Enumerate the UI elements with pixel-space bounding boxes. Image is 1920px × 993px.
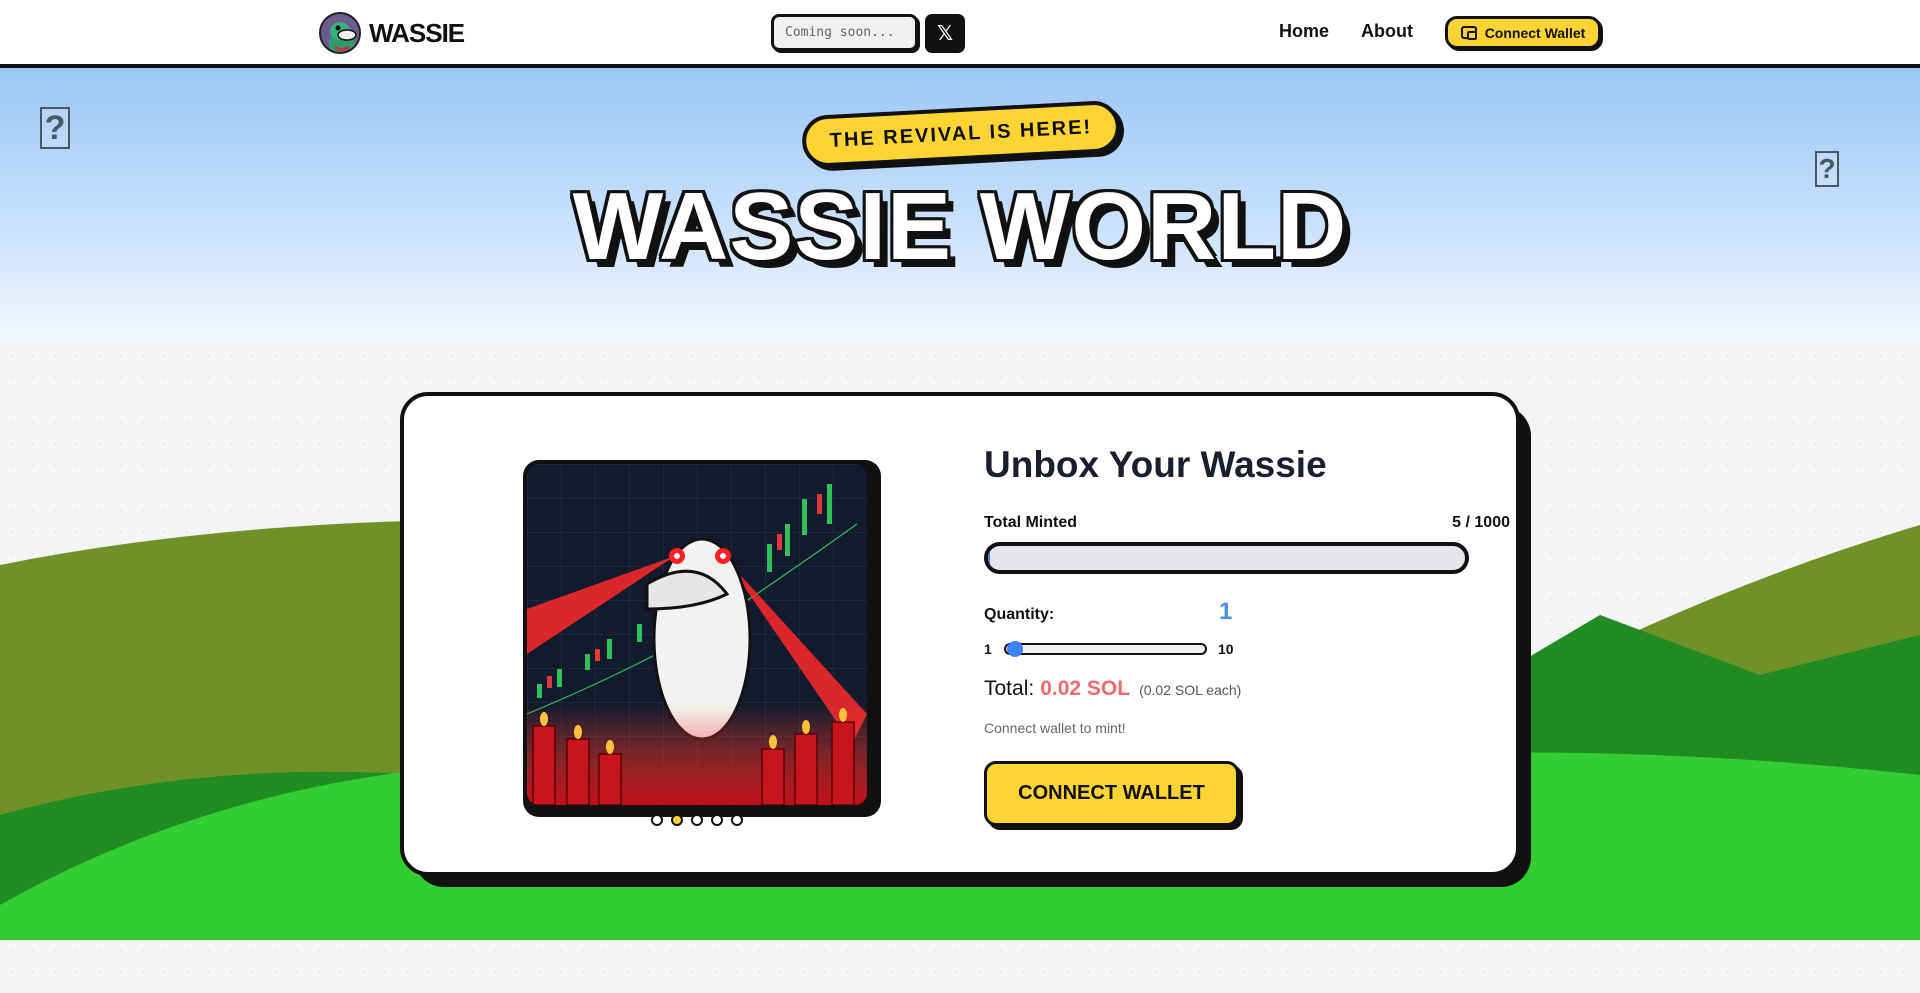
- price-each: (0.02 SOL each): [1139, 682, 1242, 698]
- total-minted-label: Total Minted: [984, 514, 1078, 531]
- quantity-value: 1: [1219, 598, 1233, 625]
- connect-wallet-nav-label: Connect Wallet: [1484, 24, 1586, 41]
- mint-progress-fill: [988, 546, 991, 570]
- brand-home-link[interactable]: WASSIE: [319, 12, 465, 54]
- carousel-dot-4[interactable]: [711, 814, 723, 826]
- carousel-dot-3[interactable]: [691, 814, 703, 826]
- x-twitter-button[interactable]: 𝕏: [925, 14, 965, 53]
- coming-soon-field[interactable]: Coming soon...: [771, 14, 918, 51]
- total-price: Total: 0.02 SOL (0.02 SOL each): [984, 677, 1241, 701]
- top-nav: WASSIE Coming soon... 𝕏 Home About Conne…: [0, 0, 1920, 68]
- mint-progress-bar: [984, 542, 1469, 574]
- quantity-max-label: 10: [1218, 641, 1234, 657]
- connect-wallet-nav-button[interactable]: Connect Wallet: [1445, 16, 1601, 49]
- connect-hint: Connect wallet to mint!: [984, 720, 1126, 736]
- page-title: WASSIE WORLD: [572, 173, 1348, 280]
- total-label: Total:: [984, 677, 1035, 700]
- nav-about-link[interactable]: About: [1361, 21, 1413, 42]
- carousel-dot-2[interactable]: [671, 814, 683, 826]
- carousel-dot-1[interactable]: [651, 814, 663, 826]
- nav-home-link[interactable]: Home: [1279, 21, 1329, 42]
- mint-card: Unbox Your Wassie Total Minted 5 / 1000 …: [400, 392, 1520, 876]
- connect-wallet-button[interactable]: CONNECT WALLET: [984, 761, 1239, 826]
- wassie-nft-image: [527, 464, 867, 805]
- broken-image-icon: ?: [40, 107, 70, 149]
- carousel-dot-5[interactable]: [731, 814, 743, 826]
- total-amount: 0.02 SOL: [1040, 677, 1131, 700]
- mint-title: Unbox Your Wassie: [984, 444, 1327, 485]
- total-minted-value: 5 / 1000: [1452, 514, 1510, 531]
- quantity-slider[interactable]: [1004, 643, 1207, 655]
- brand-name: WASSIE: [369, 17, 465, 48]
- carousel-dots: [651, 814, 743, 826]
- wassie-image-frame: [523, 460, 881, 817]
- quantity-min-label: 1: [984, 641, 992, 657]
- wallet-icon: [1460, 26, 1477, 40]
- quantity-slider-thumb[interactable]: [1007, 641, 1023, 657]
- wassie-logo-icon: [319, 12, 361, 54]
- quantity-label: Quantity:: [984, 606, 1055, 623]
